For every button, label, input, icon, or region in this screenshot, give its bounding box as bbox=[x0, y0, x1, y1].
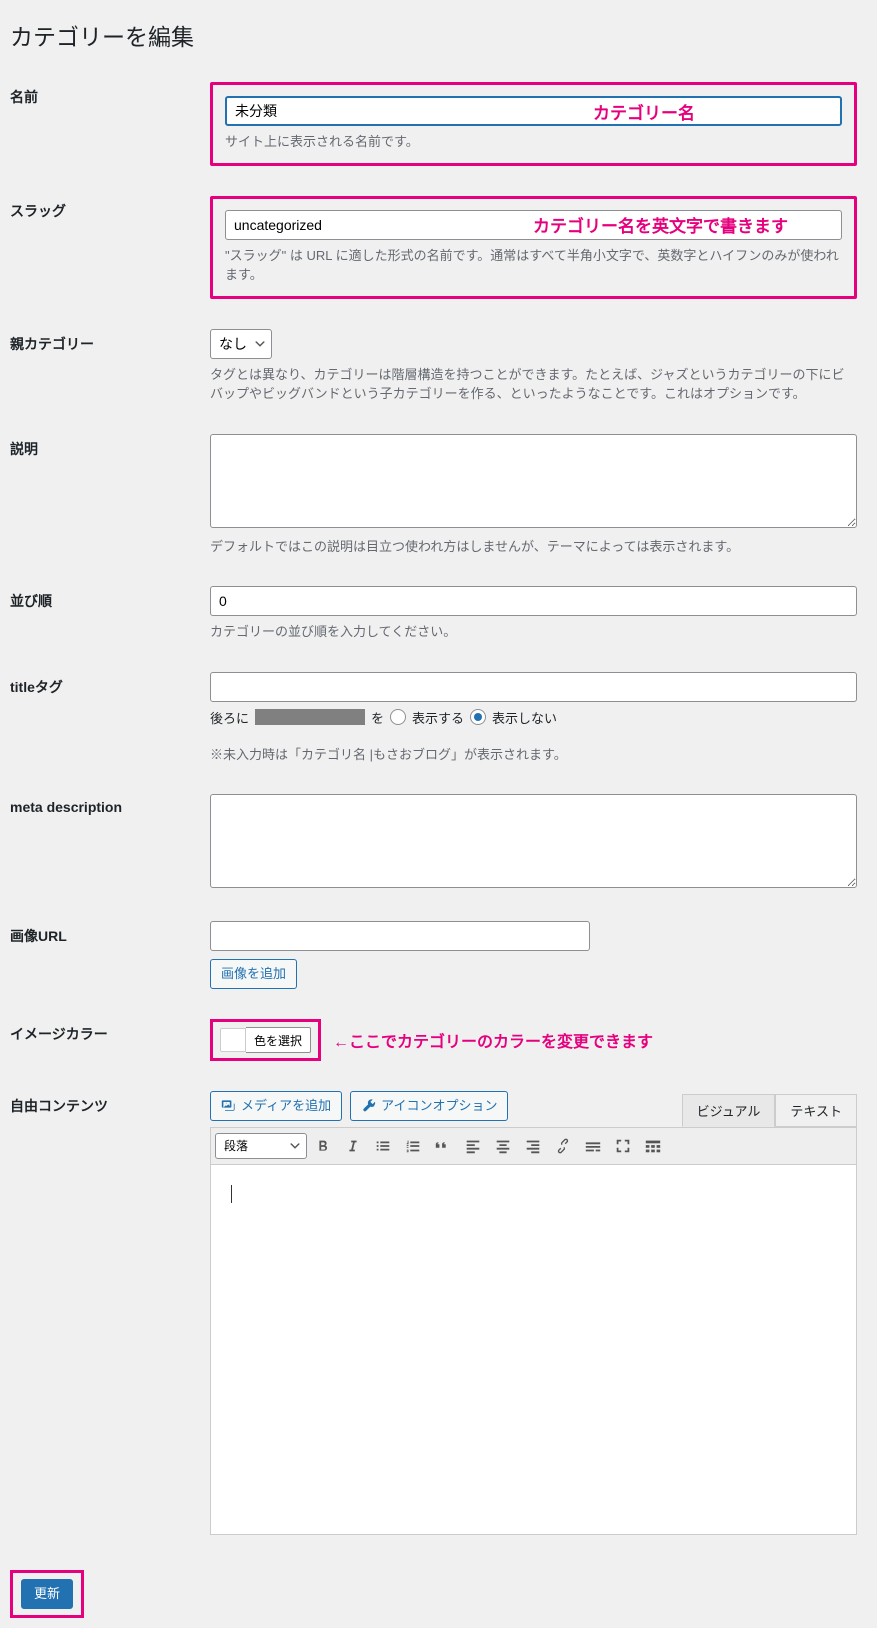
description-textarea[interactable] bbox=[210, 434, 857, 528]
align-right-icon[interactable] bbox=[519, 1132, 547, 1160]
order-desc: カテゴリーの並び順を入力してください。 bbox=[210, 622, 857, 642]
parent-label: 親カテゴリー bbox=[10, 336, 94, 352]
titletag-hide-label: 表示しない bbox=[492, 708, 557, 727]
tab-visual[interactable]: ビジュアル bbox=[682, 1094, 776, 1127]
order-label: 並び順 bbox=[10, 593, 52, 609]
titletag-input[interactable] bbox=[210, 672, 857, 702]
media-icon bbox=[221, 1098, 237, 1114]
icon-option-button[interactable]: アイコンオプション bbox=[350, 1091, 508, 1121]
slug-highlight-box: カテゴリー名を英文字で書きます "スラッグ" は URL に適した形式の名前です… bbox=[210, 196, 857, 299]
update-button[interactable]: 更新 bbox=[21, 1579, 73, 1609]
order-input[interactable] bbox=[210, 586, 857, 616]
color-select-button[interactable]: 色を選択 bbox=[246, 1027, 311, 1053]
add-image-button[interactable]: 画像を追加 bbox=[210, 959, 297, 989]
imagecolor-label: イメージカラー bbox=[10, 1026, 108, 1042]
slug-label: スラッグ bbox=[10, 203, 66, 219]
bold-icon[interactable] bbox=[309, 1132, 337, 1160]
titletag-mid: を bbox=[371, 708, 384, 727]
titletag-label: titleタグ bbox=[10, 679, 63, 695]
page-title: カテゴリーを編集 bbox=[10, 0, 867, 67]
imageurl-label: 画像URL bbox=[10, 928, 67, 944]
editor-toolbar: 段落 bbox=[210, 1127, 857, 1165]
tab-text[interactable]: テキスト bbox=[775, 1094, 857, 1127]
add-media-button[interactable]: メディアを追加 bbox=[210, 1091, 342, 1121]
slug-desc: "スラッグ" は URL に適した形式の名前です。通常はすべて半角小文字で、英数… bbox=[225, 246, 842, 285]
name-input[interactable] bbox=[225, 96, 842, 126]
wrench-icon bbox=[361, 1098, 377, 1114]
ul-icon[interactable] bbox=[369, 1132, 397, 1160]
name-label: 名前 bbox=[10, 89, 38, 105]
more-icon[interactable] bbox=[579, 1132, 607, 1160]
titletag-prefix: 後ろに bbox=[210, 708, 249, 727]
metadesc-textarea[interactable] bbox=[210, 794, 857, 888]
color-swatch[interactable] bbox=[220, 1028, 246, 1052]
slug-input[interactable] bbox=[225, 210, 842, 240]
align-left-icon[interactable] bbox=[459, 1132, 487, 1160]
titletag-gray-block bbox=[255, 709, 365, 725]
toolbar-toggle-icon[interactable] bbox=[639, 1132, 667, 1160]
editor-area[interactable] bbox=[210, 1165, 857, 1535]
italic-icon[interactable] bbox=[339, 1132, 367, 1160]
metadesc-label: meta description bbox=[10, 799, 122, 815]
fullscreen-icon[interactable] bbox=[609, 1132, 637, 1160]
description-desc: デフォルトではこの説明は目立つ使われ方はしませんが、テーマによっては表示されます… bbox=[210, 537, 857, 557]
name-desc: サイト上に表示される名前です。 bbox=[225, 132, 842, 152]
text-cursor bbox=[231, 1185, 232, 1203]
link-icon[interactable] bbox=[549, 1132, 577, 1160]
ol-icon[interactable] bbox=[399, 1132, 427, 1160]
color-annotation: ←ここでカテゴリーのカラーを変更できます bbox=[333, 1028, 653, 1052]
description-label: 説明 bbox=[10, 441, 38, 457]
parent-desc: タグとは異なり、カテゴリーは階層構造を持つことができます。たとえば、ジャズという… bbox=[210, 365, 857, 404]
color-highlight-box: 色を選択 bbox=[210, 1019, 321, 1061]
name-highlight-box: カテゴリー名 サイト上に表示される名前です。 bbox=[210, 82, 857, 166]
submit-highlight-box: 更新 bbox=[10, 1570, 84, 1618]
quote-icon[interactable] bbox=[429, 1132, 457, 1160]
parent-select[interactable]: なし bbox=[210, 329, 272, 359]
titletag-desc: ※未入力時は「カテゴリ名 |もさおブログ」が表示されます。 bbox=[210, 745, 857, 765]
align-center-icon[interactable] bbox=[489, 1132, 517, 1160]
titletag-show-label: 表示する bbox=[412, 708, 464, 727]
titletag-radio-show[interactable] bbox=[390, 709, 406, 725]
freecontent-label: 自由コンテンツ bbox=[10, 1098, 108, 1114]
format-select[interactable]: 段落 bbox=[215, 1133, 307, 1159]
imageurl-input[interactable] bbox=[210, 921, 590, 951]
titletag-radio-hide[interactable] bbox=[470, 709, 486, 725]
